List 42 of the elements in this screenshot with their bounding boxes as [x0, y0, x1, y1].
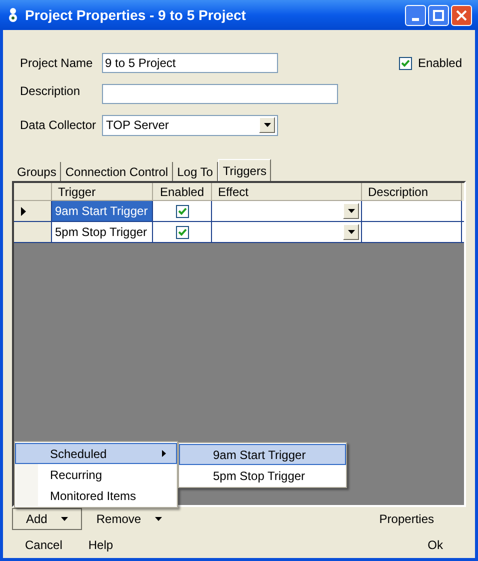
toolbar-button[interactable]: Properties	[365, 508, 448, 530]
enabled-checkbox[interactable]	[176, 226, 188, 238]
menu-item[interactable]: 9am Start Trigger	[179, 444, 346, 465]
row-header[interactable]	[14, 201, 52, 221]
window-title: Project Properties - 9 to 5 Project	[25, 6, 246, 25]
dropdown-arrow-icon	[348, 230, 354, 234]
maximize-icon	[433, 10, 444, 20]
row-header[interactable]	[14, 222, 52, 242]
enabled-label: Enabled	[418, 55, 462, 72]
minimize-button[interactable]	[405, 4, 426, 26]
dropdown-arrow-icon	[264, 123, 270, 127]
tab[interactable]: Triggers	[218, 159, 272, 181]
data-collector-label: Data Collector	[19, 117, 98, 134]
dropdown-button[interactable]	[343, 224, 359, 240]
menu-item[interactable]: Recurring	[15, 464, 177, 485]
close-icon	[456, 10, 467, 20]
minimize-icon	[412, 18, 419, 20]
dialog-button[interactable]: Help	[75, 535, 126, 555]
app-icon	[6, 7, 20, 23]
dropdown-button[interactable]	[259, 117, 275, 133]
dialog-button[interactable]: Ok	[414, 535, 456, 555]
description-field[interactable]	[102, 84, 338, 104]
enabled-checkbox[interactable]	[176, 204, 188, 218]
menu-item[interactable]: 5pm Stop Trigger	[179, 465, 346, 486]
project-name-field[interactable]: 9 to 5 Project	[102, 53, 278, 73]
caret-icon	[61, 517, 68, 521]
table-cell[interactable]: 9am Start Trigger	[52, 201, 153, 221]
caret-icon	[155, 517, 162, 521]
enabled-checkbox[interactable]	[398, 56, 412, 70]
dialog-button[interactable]: Cancel	[12, 535, 76, 555]
menu-item[interactable]: Scheduled	[15, 443, 177, 464]
description-label: Description	[19, 83, 82, 100]
close-button[interactable]	[451, 4, 472, 26]
toolbar-button[interactable]: Remove	[82, 508, 176, 530]
dropdown-arrow-icon	[348, 209, 354, 213]
data-collector-dropdown[interactable]: TOP Server	[102, 114, 278, 136]
maximize-button[interactable]	[428, 4, 449, 26]
submenu-arrow-icon	[162, 450, 166, 457]
toolbar-button[interactable]: Add	[12, 508, 82, 530]
menu-item[interactable]: Monitored Items	[15, 485, 177, 506]
project-name-label: Project Name	[19, 55, 94, 72]
dropdown-button[interactable]	[343, 203, 359, 219]
